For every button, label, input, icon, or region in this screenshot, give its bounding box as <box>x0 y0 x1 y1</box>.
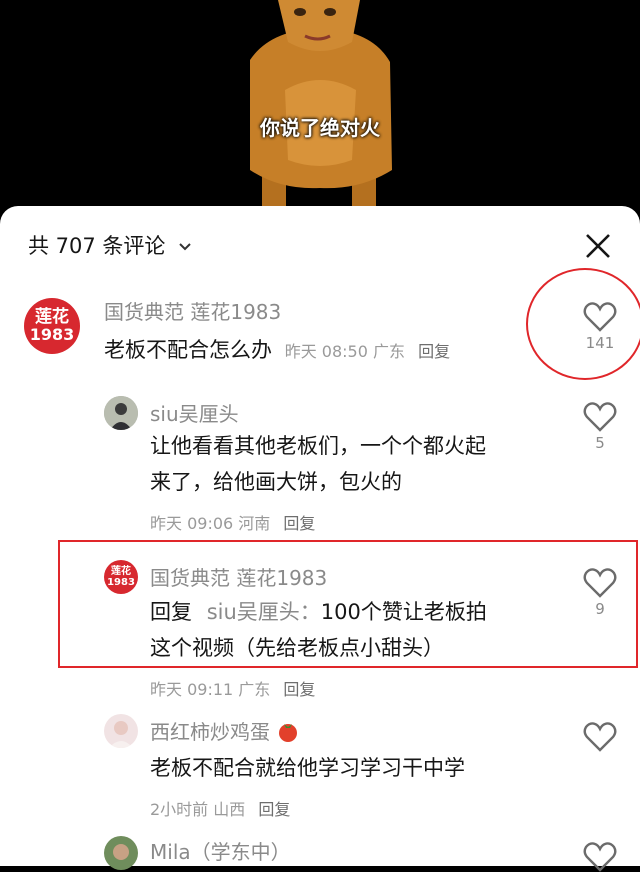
like-count: 5 <box>595 434 605 452</box>
heart-icon <box>583 402 617 432</box>
comment-meta: 昨天 08:50 广东 回复 <box>285 342 450 361</box>
avatar-logo-text: 1983 <box>29 325 75 344</box>
comment-text: 老板不配合怎么办 <box>104 338 272 362</box>
like-button[interactable] <box>580 722 620 752</box>
video-caption: 你说了绝对火 <box>260 116 380 140</box>
highlight-box <box>58 540 638 668</box>
comment-text-line: 让他看看其他老板们，一个个都火起 <box>150 434 486 458</box>
avatar[interactable] <box>104 396 138 430</box>
comment-meta: 昨天 09:06 河南 回复 <box>150 510 315 534</box>
tomato-emoji-icon <box>279 724 298 742</box>
avatar[interactable] <box>104 714 138 748</box>
comment-count-sort[interactable]: 共 707 条评论 <box>28 230 192 260</box>
comment-sheet-header: 共 707 条评论 <box>0 206 640 282</box>
avatar-photo <box>104 714 138 748</box>
heart-icon <box>583 722 617 752</box>
video-player[interactable]: 你说了绝对火 <box>0 0 640 230</box>
reply-button[interactable]: 回复 <box>283 680 315 699</box>
avatar-photo <box>104 396 138 430</box>
reply-button[interactable]: 回复 <box>258 800 290 819</box>
comment-username[interactable]: 国货典范 莲花1983 <box>104 296 281 325</box>
chevron-down-icon <box>179 243 191 251</box>
comment-username-text[interactable]: 西红柿炒鸡蛋 <box>150 720 270 744</box>
comment-location: 河南 <box>238 514 271 533</box>
comment-meta: 昨天 09:11 广东 回复 <box>150 676 315 700</box>
close-icon[interactable] <box>584 232 612 260</box>
comment-location: 广东 <box>372 342 405 361</box>
comment-username: 西红柿炒鸡蛋 <box>150 716 300 745</box>
comment-text: 让他看看其他老板们，一个个都火起 来了，给他画大饼，包火的 <box>150 428 486 500</box>
comment-location: 广东 <box>238 680 271 699</box>
heart-icon <box>583 842 617 872</box>
comment-count-label: 共 707 条评论 <box>28 234 166 258</box>
reply-button[interactable]: 回复 <box>283 514 315 533</box>
comment-time: 昨天 09:06 <box>150 514 234 533</box>
like-button[interactable]: 5 <box>580 402 620 452</box>
like-button[interactable] <box>580 842 620 872</box>
comment-location: 山西 <box>213 800 246 819</box>
highlight-circle <box>526 268 640 380</box>
comment-meta: 2小时前 山西 回复 <box>150 796 290 820</box>
comment-time: 2小时前 <box>150 800 209 819</box>
avatar[interactable] <box>104 836 138 870</box>
comment-time: 昨天 09:11 <box>150 680 234 699</box>
comment-text: 老板不配合就给他学习学习干中学 <box>150 756 465 780</box>
avatar-photo <box>104 836 138 870</box>
avatar-logo-text: 莲花 <box>35 307 69 327</box>
avatar[interactable]: 莲花 1983 <box>24 298 80 354</box>
comment-text-row: 老板不配合怎么办 昨天 08:50 广东 回复 <box>104 332 450 370</box>
comment-username[interactable]: siu吴厘头 <box>150 398 239 427</box>
reply-button[interactable]: 回复 <box>418 342 450 361</box>
comment-text-line: 来了，给他画大饼，包火的 <box>150 470 402 494</box>
comment-username[interactable]: Mila（学东中） <box>150 836 291 865</box>
comment-time: 昨天 08:50 <box>284 342 368 361</box>
